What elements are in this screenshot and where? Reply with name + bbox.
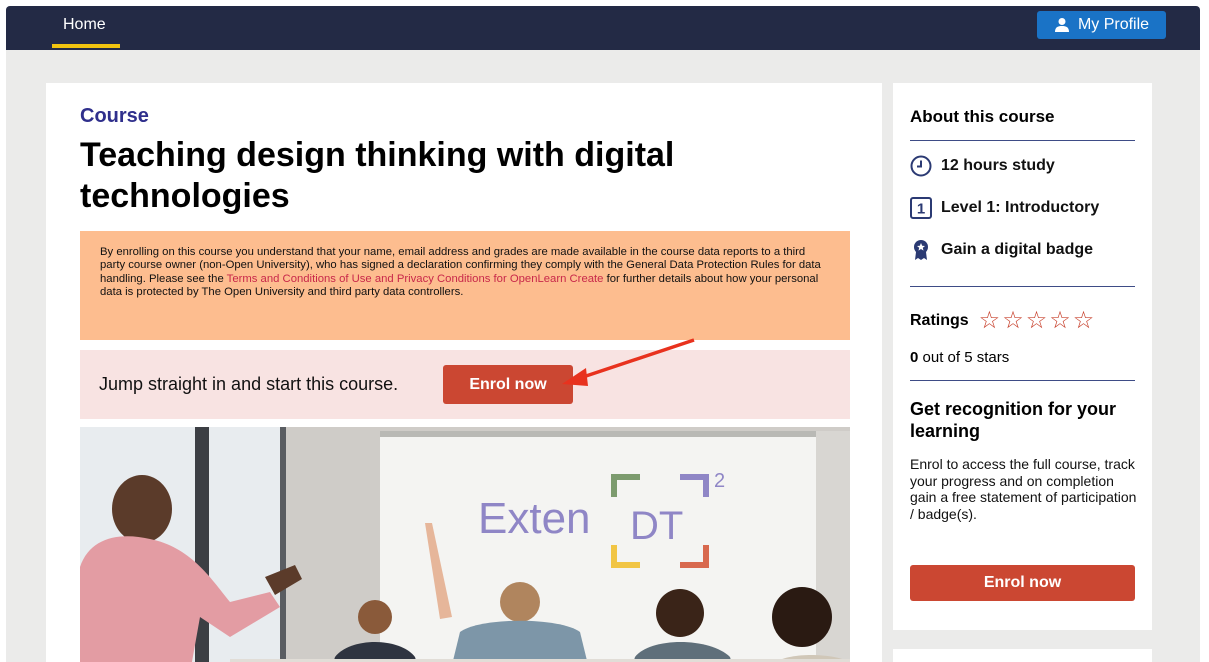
star-icon[interactable]: ☆ (1002, 309, 1024, 333)
page-frame: Home My Profile Course Teaching design t… (6, 6, 1200, 662)
enrol-now-button-inline[interactable]: Enrol now (443, 365, 573, 404)
about-course-heading: About this course (910, 107, 1055, 126)
nav-home-link[interactable]: Home (63, 16, 106, 34)
logo-text: DT (630, 504, 683, 548)
badge-label: Gain a digital badge (941, 241, 1094, 258)
classroom-photo: Exten DT 2 (80, 427, 850, 662)
badge-item: Gain a digital badge (910, 239, 1093, 261)
star-icon[interactable]: ☆ (1026, 309, 1048, 333)
level-label: Level 1: Introductory (941, 199, 1100, 216)
study-hours-item: 12 hours study (910, 155, 1055, 177)
star-icon[interactable]: ☆ (979, 309, 1001, 333)
rating-score-suffix: out of 5 stars (918, 349, 1010, 366)
recognition-heading: Get recognition for your learning (910, 399, 1117, 441)
rating-score: 0 out of 5 stars (910, 349, 1009, 366)
star-icon[interactable]: ☆ (1049, 309, 1071, 333)
my-profile-label: My Profile (1077, 16, 1150, 33)
terms-privacy-link[interactable]: Terms and Conditions of Use and Privacy … (227, 273, 604, 285)
ratings-row: Ratings ☆ ☆ ☆ ☆ ☆ (910, 309, 1094, 333)
badge-icon (914, 240, 928, 260)
divider (910, 140, 1135, 141)
course-main-card: Course Teaching design thinking with dig… (46, 83, 882, 662)
rating-stars[interactable]: ☆ ☆ ☆ ☆ ☆ (979, 309, 1095, 333)
level-item: 1 Level 1: Introductory (910, 197, 1099, 219)
course-title: Teaching design thinking with digital te… (80, 136, 675, 215)
nav-active-indicator (52, 44, 120, 48)
recognition-text: Enrol to access the full course, track y… (910, 456, 1137, 522)
board-text: Exten (478, 494, 591, 543)
level-icon: 1 (910, 197, 932, 219)
clock-icon (910, 155, 932, 177)
jump-in-text: Jump straight in and start this course. (99, 374, 399, 394)
logo-superscript: 2 (714, 470, 725, 492)
ratings-label: Ratings (910, 312, 969, 329)
study-hours-label: 12 hours study (941, 157, 1055, 174)
enrol-now-button-sidebar[interactable]: Enrol now (910, 565, 1135, 601)
course-info-sidebar: About this course 12 hours study 1 Level… (893, 83, 1152, 630)
divider (910, 380, 1135, 381)
course-hero-image: Exten DT 2 (80, 427, 850, 662)
jump-in-banner: Jump straight in and start this course. … (80, 350, 850, 419)
course-type-label: Course (80, 105, 149, 127)
user-icon (1054, 18, 1069, 32)
level-number: 1 (917, 201, 925, 218)
my-profile-button[interactable]: My Profile (1037, 11, 1166, 39)
top-navigation: Home My Profile (6, 6, 1200, 50)
data-sharing-notice: By enrolling on this course you understa… (80, 231, 850, 340)
star-icon[interactable]: ☆ (1073, 309, 1095, 333)
divider (910, 286, 1135, 287)
sidebar-card-secondary (893, 649, 1152, 662)
